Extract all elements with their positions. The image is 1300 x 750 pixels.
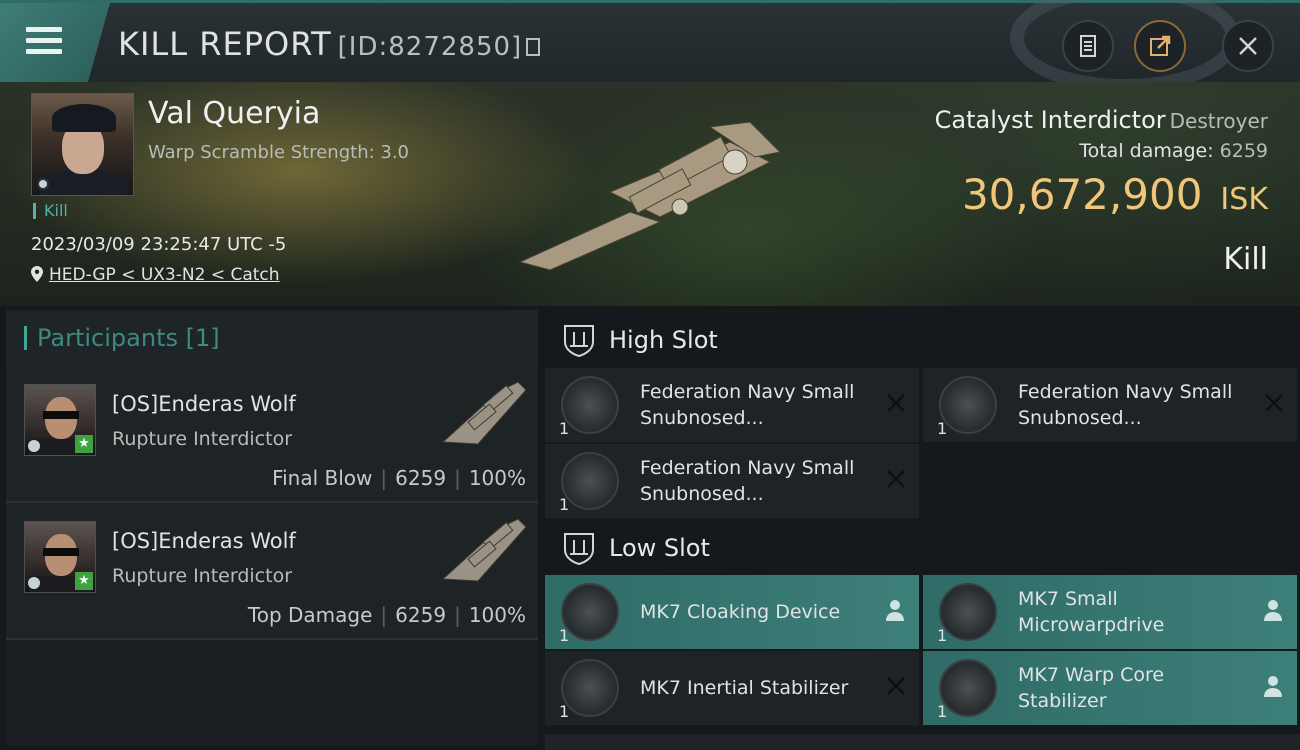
person-icon	[886, 600, 904, 621]
low-slot-icon	[564, 533, 594, 566]
top-bar: KILL REPORT [ID:8272850]	[0, 0, 1300, 93]
turret-icon	[561, 376, 619, 434]
destroyed-x-icon	[887, 394, 905, 412]
victim-name[interactable]: Val Queryia	[148, 96, 320, 131]
menu-button[interactable]	[0, 3, 110, 82]
star-icon: ★	[75, 435, 93, 453]
victim-ship-name: Catalyst Interdictor Destroyer	[934, 106, 1268, 134]
module-name: MK7 Warp Core Stabilizer	[1018, 664, 1165, 712]
location-pin-icon	[31, 266, 43, 282]
clipboard-button[interactable]	[1062, 20, 1114, 72]
module-name: Federation Navy Small Snubnosed...	[640, 381, 855, 429]
person-icon	[1264, 600, 1282, 621]
low-slot-header: Low Slot	[545, 520, 710, 576]
kill-location[interactable]: HED-GP < UX3-N2 < Catch	[31, 265, 280, 285]
participant-ship-image	[441, 381, 527, 445]
module-name: MK7 Cloaking Device	[640, 601, 841, 623]
participant-ship: Rupture Interdictor	[112, 565, 292, 587]
participant-row[interactable]: ★ [OS]Enderas Wolf Rupture Interdictor T…	[6, 503, 538, 640]
destroyed-x-icon	[1265, 394, 1283, 412]
module-item[interactable]: 1 MK7 Inertial Stabilizer	[545, 651, 919, 725]
participants-header: Participants [1]	[6, 310, 538, 366]
menu-icon	[26, 27, 62, 55]
module-item[interactable]: 1 MK7 Warp Core Stabilizer	[923, 651, 1297, 725]
cloak-icon	[561, 583, 619, 641]
close-button[interactable]	[1222, 20, 1274, 72]
high-slot-icon	[564, 325, 594, 358]
participant-name: [OS]Enderas Wolf	[112, 392, 296, 416]
high-slot-header: High Slot	[545, 312, 718, 368]
turret-icon	[561, 452, 619, 510]
turret-icon	[939, 376, 997, 434]
module-item[interactable]: 1 MK7 Small Microwarpdrive	[923, 575, 1297, 649]
module-item[interactable]: 1 Federation Navy Small Snubnosed...	[923, 368, 1297, 442]
inertial-stabilizer-icon	[561, 659, 619, 717]
module-item[interactable]: 1 MK7 Cloaking Device	[545, 575, 919, 649]
participant-stats: Top Damage | 6259 | 100%	[247, 603, 526, 627]
participant-row[interactable]: ★ [OS]Enderas Wolf Rupture Interdictor F…	[6, 366, 538, 503]
participant-avatar[interactable]: ★	[24, 384, 96, 456]
destroyed-x-icon	[887, 677, 905, 695]
participant-ship-image	[441, 518, 527, 582]
star-icon: ★	[75, 572, 93, 590]
close-icon	[1239, 37, 1257, 55]
kill-datetime: 2023/03/09 23:25:47 UTC -5	[31, 234, 287, 255]
total-damage: Total damage: 6259	[1079, 140, 1268, 162]
participant-ship: Rupture Interdictor	[112, 428, 292, 450]
corp-badge-icon	[37, 178, 49, 190]
result-label: Kill	[1223, 242, 1268, 277]
module-name: MK7 Small Microwarpdrive	[1018, 588, 1165, 636]
participant-name: [OS]Enderas Wolf	[112, 529, 296, 553]
kill-tag: Kill	[33, 203, 68, 219]
copy-icon[interactable]	[526, 38, 541, 56]
module-name: MK7 Inertial Stabilizer	[640, 677, 849, 699]
warp-core-stabilizer-icon	[939, 659, 997, 717]
module-item[interactable]: 1 Federation Navy Small Snubnosed...	[545, 444, 919, 518]
participants-panel: Participants [1] ★ [OS]Enderas Wolf Rupt…	[6, 310, 538, 745]
report-id: [ID:8272850]	[337, 32, 523, 62]
victim-portrait[interactable]	[31, 93, 134, 196]
victim-subtitle: Warp Scramble Strength: 3.0	[148, 142, 410, 163]
module-item[interactable]: 1 Federation Navy Small Snubnosed...	[545, 368, 919, 442]
person-icon	[1264, 676, 1282, 697]
corp-badge-icon	[28, 440, 40, 452]
corp-badge-icon	[28, 577, 40, 589]
isk-value: 30,672,900 ISK	[961, 170, 1268, 219]
microwarpdrive-icon	[939, 583, 997, 641]
mid-slot-header-partial	[545, 734, 1300, 750]
page-title: KILL REPORT [ID:8272850]	[118, 25, 541, 63]
victim-ship-image	[518, 122, 782, 271]
kill-summary-banner: Val Queryia Warp Scramble Strength: 3.0 …	[0, 82, 1300, 306]
module-name: Federation Navy Small Snubnosed...	[1018, 381, 1233, 429]
share-button[interactable]	[1134, 20, 1186, 72]
participant-avatar[interactable]: ★	[24, 521, 96, 593]
participant-stats: Final Blow | 6259 | 100%	[272, 466, 526, 490]
destroyed-x-icon	[887, 470, 905, 488]
station-decoration	[1010, 0, 1240, 93]
clipboard-icon	[1080, 35, 1096, 57]
module-name: Federation Navy Small Snubnosed...	[640, 457, 855, 505]
share-icon	[1150, 35, 1171, 56]
